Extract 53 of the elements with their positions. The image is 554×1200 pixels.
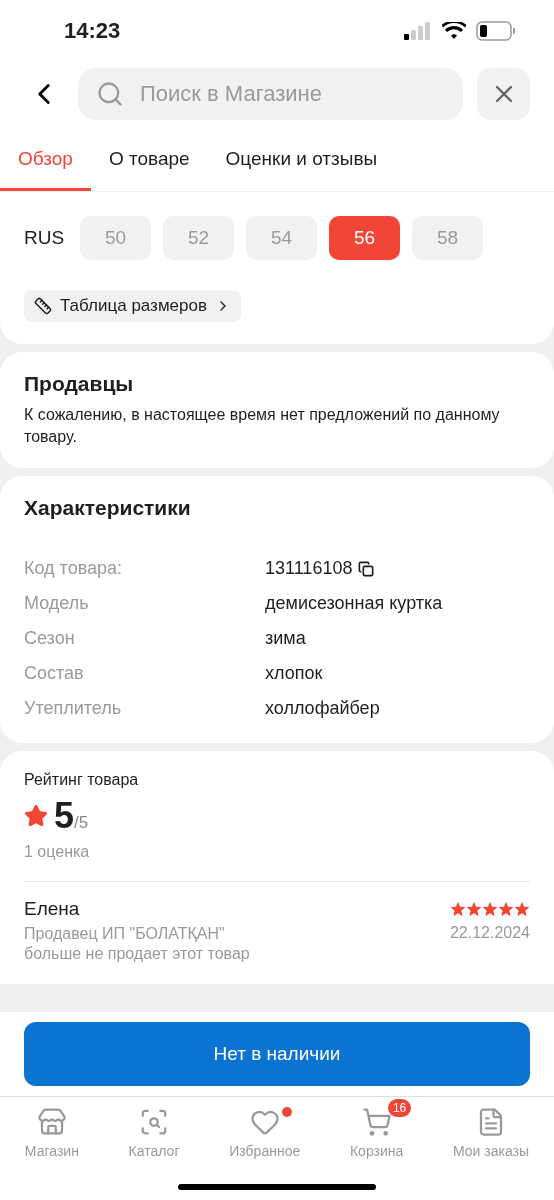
rating-count: 1 оценка: [24, 843, 91, 861]
spec-value: хлопок: [265, 663, 323, 684]
ruler-icon: [34, 297, 52, 315]
spec-name: Код товара:: [24, 558, 124, 579]
star-icon: [24, 804, 48, 828]
spec-name: Модель: [24, 593, 90, 614]
size-table-button[interactable]: Таблица размеров: [24, 290, 241, 322]
signal-icon: [404, 22, 432, 40]
star-icon: [450, 901, 466, 917]
cart-icon: [361, 1107, 392, 1137]
review-text: Продавец ИП "БОЛАТҚАН" больше не продает этот товар: [24, 924, 251, 964]
star-icon: [514, 901, 530, 917]
tab[interactable]: О товаре: [90, 134, 208, 191]
rating-score: 5: [54, 795, 75, 837]
spec-name: Состав: [24, 663, 85, 684]
star-icon: [466, 901, 482, 917]
search-field[interactable]: Поиск в Магазине: [78, 68, 463, 120]
battery-icon: [476, 21, 516, 41]
status-time: 14:23: [64, 18, 121, 44]
count-badge: 16: [387, 1099, 412, 1117]
size-option[interactable]: 50: [80, 216, 151, 260]
wifi-icon: [442, 22, 466, 40]
star-icon: [482, 901, 498, 917]
spec-name: Сезон: [24, 628, 76, 649]
spec-value: 131116108: [265, 558, 353, 579]
review-author: Елена: [24, 898, 80, 920]
nav-item[interactable]: Мои заказы: [453, 1107, 530, 1167]
tab[interactable]: Обзор: [0, 134, 91, 191]
size-system-label: RUS: [24, 227, 66, 249]
size-option[interactable]: 52: [163, 216, 234, 260]
nav-item[interactable]: Каталог: [128, 1107, 180, 1167]
size-option[interactable]: 58: [412, 216, 483, 260]
spec-value: холлофайбер: [265, 698, 380, 719]
close-button[interactable]: [477, 68, 530, 120]
tab[interactable]: Оценки и отзывы: [207, 134, 396, 191]
star-icon: [498, 901, 514, 917]
spec-value: демисезонная куртка: [265, 593, 443, 614]
size-option[interactable]: 54: [246, 216, 317, 260]
review-date: 22.12.2024: [449, 924, 530, 942]
rating-max: /5: [74, 813, 89, 833]
spec-value: зима: [265, 628, 306, 649]
nav-item[interactable]: Магазин: [24, 1107, 79, 1167]
section-title: Характеристики: [24, 496, 192, 520]
section-title: Продавцы: [24, 372, 135, 396]
out-of-stock-button[interactable]: Нет в наличии: [24, 1022, 530, 1086]
spec-name: Утеплитель: [24, 698, 123, 719]
rating-title: Рейтинг товара: [24, 771, 140, 789]
size-option[interactable]: 56: [329, 216, 400, 260]
nav-item[interactable]: Избранное: [229, 1107, 301, 1167]
no-offers-text: К сожалению, в настоящее время нет предложений по данному товару.: [24, 405, 501, 447]
search-icon: [96, 80, 124, 108]
copy-icon[interactable]: [358, 560, 375, 577]
store-icon: [36, 1107, 67, 1137]
